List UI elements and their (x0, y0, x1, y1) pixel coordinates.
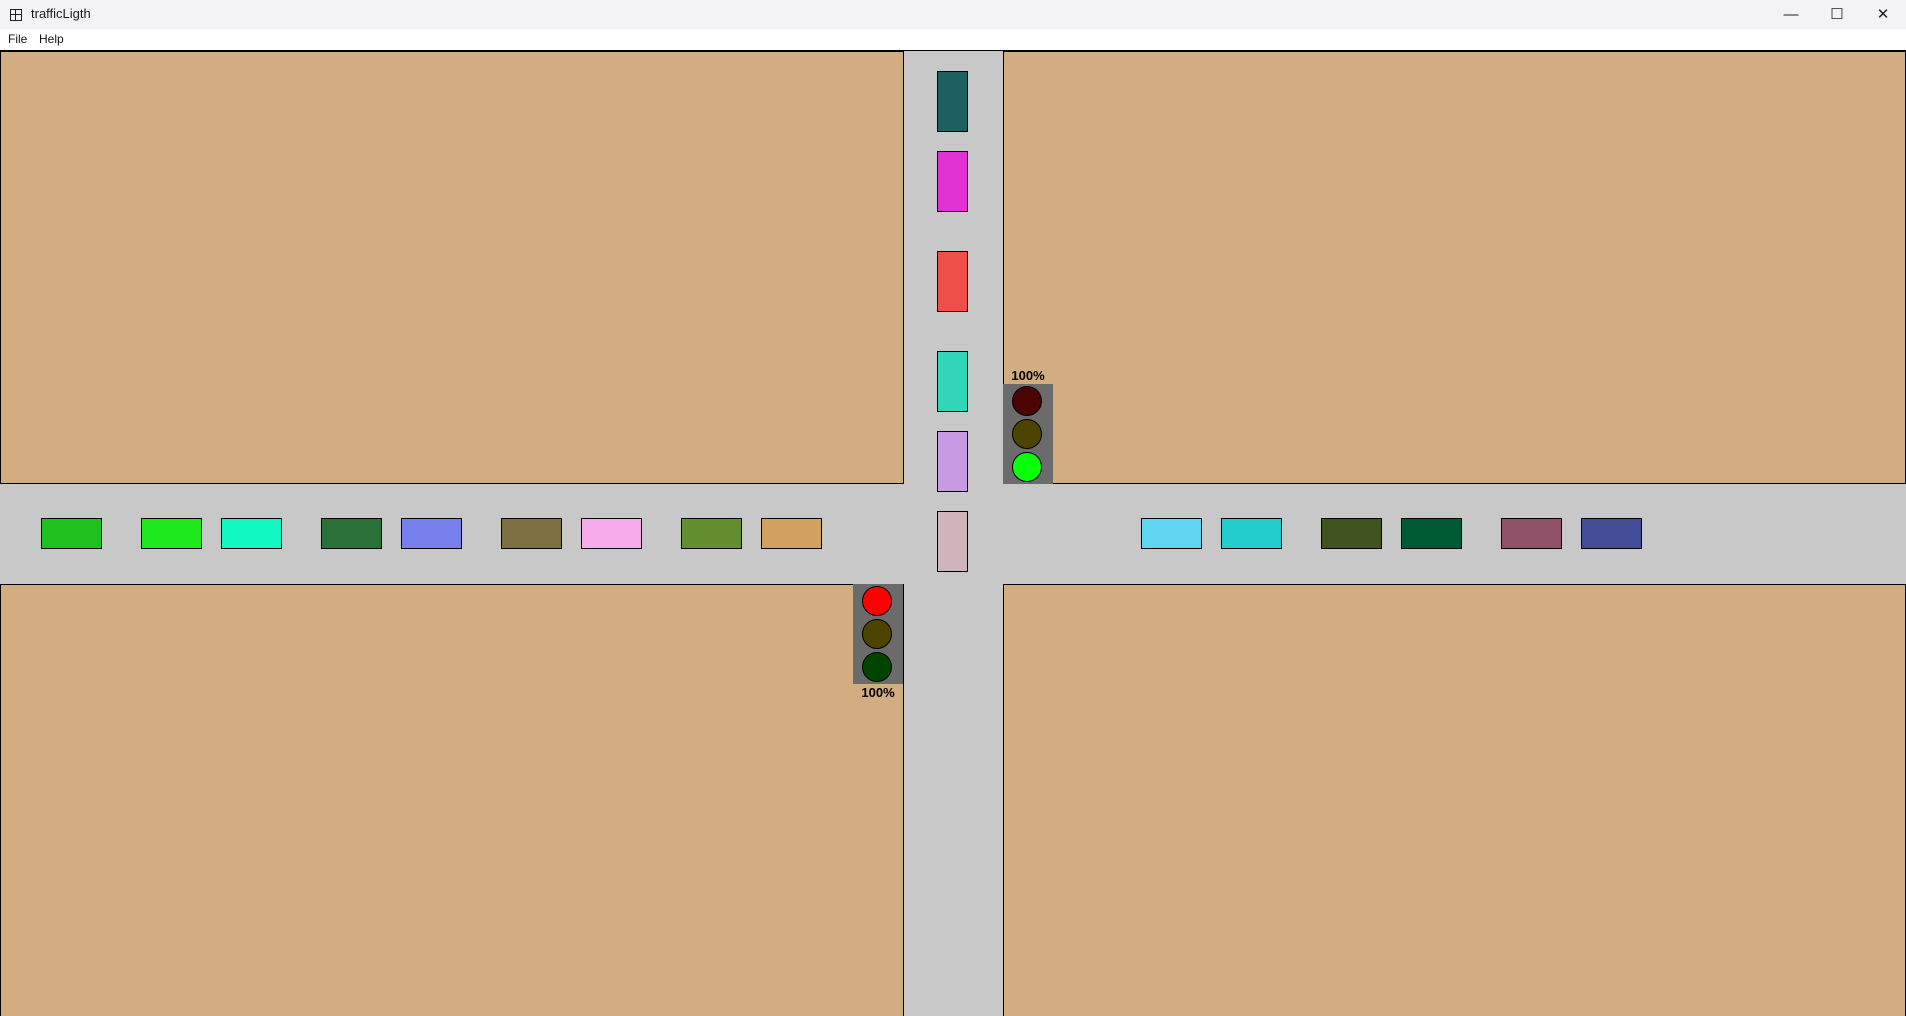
intersection-canvas: 100% 100% (0, 50, 1906, 1016)
car-north-1 (937, 71, 968, 132)
ground-block-top-left (0, 51, 904, 484)
car-west-7 (581, 518, 642, 549)
traffic-light-north (1003, 384, 1053, 484)
car-east-1 (1141, 518, 1202, 549)
west-green-lamp (862, 652, 892, 682)
menu-file[interactable]: File (8, 32, 27, 46)
minimize-button[interactable]: — (1768, 0, 1814, 29)
car-north-4 (937, 351, 968, 412)
car-west-9 (761, 518, 822, 549)
north-red-lamp (1012, 386, 1042, 416)
traffic-light-west (853, 584, 903, 684)
car-west-1 (41, 518, 102, 549)
car-north-5 (937, 431, 968, 492)
ground-block-bottom-left (0, 584, 904, 1016)
car-north-2 (937, 151, 968, 212)
west-red-lamp (862, 586, 892, 616)
car-west-2 (141, 518, 202, 549)
title-bar: trafficLigth — ☐ ✕ (0, 0, 1906, 29)
car-east-5 (1501, 518, 1562, 549)
car-east-6 (1581, 518, 1642, 549)
north-green-lamp (1012, 452, 1042, 482)
maximize-button[interactable]: ☐ (1814, 0, 1860, 29)
close-button[interactable]: ✕ (1860, 0, 1906, 29)
north-light-percent: 100% (1011, 368, 1045, 383)
car-east-2 (1221, 518, 1282, 549)
car-north-6 (937, 511, 968, 572)
app-icon (10, 9, 22, 21)
car-west-5 (401, 518, 462, 549)
menu-help[interactable]: Help (39, 32, 64, 46)
car-west-4 (321, 518, 382, 549)
ground-block-top-right (1003, 51, 1906, 484)
ground-block-bottom-right (1003, 584, 1906, 1016)
car-west-6 (501, 518, 562, 549)
west-yellow-lamp (862, 619, 892, 649)
car-west-3 (221, 518, 282, 549)
car-west-8 (681, 518, 742, 549)
menu-bar: File Help (0, 29, 1906, 50)
car-east-4 (1401, 518, 1462, 549)
car-north-3 (937, 251, 968, 312)
window-title: trafficLigth (31, 6, 91, 21)
west-light-percent: 100% (861, 685, 895, 700)
north-yellow-lamp (1012, 419, 1042, 449)
car-east-3 (1321, 518, 1382, 549)
